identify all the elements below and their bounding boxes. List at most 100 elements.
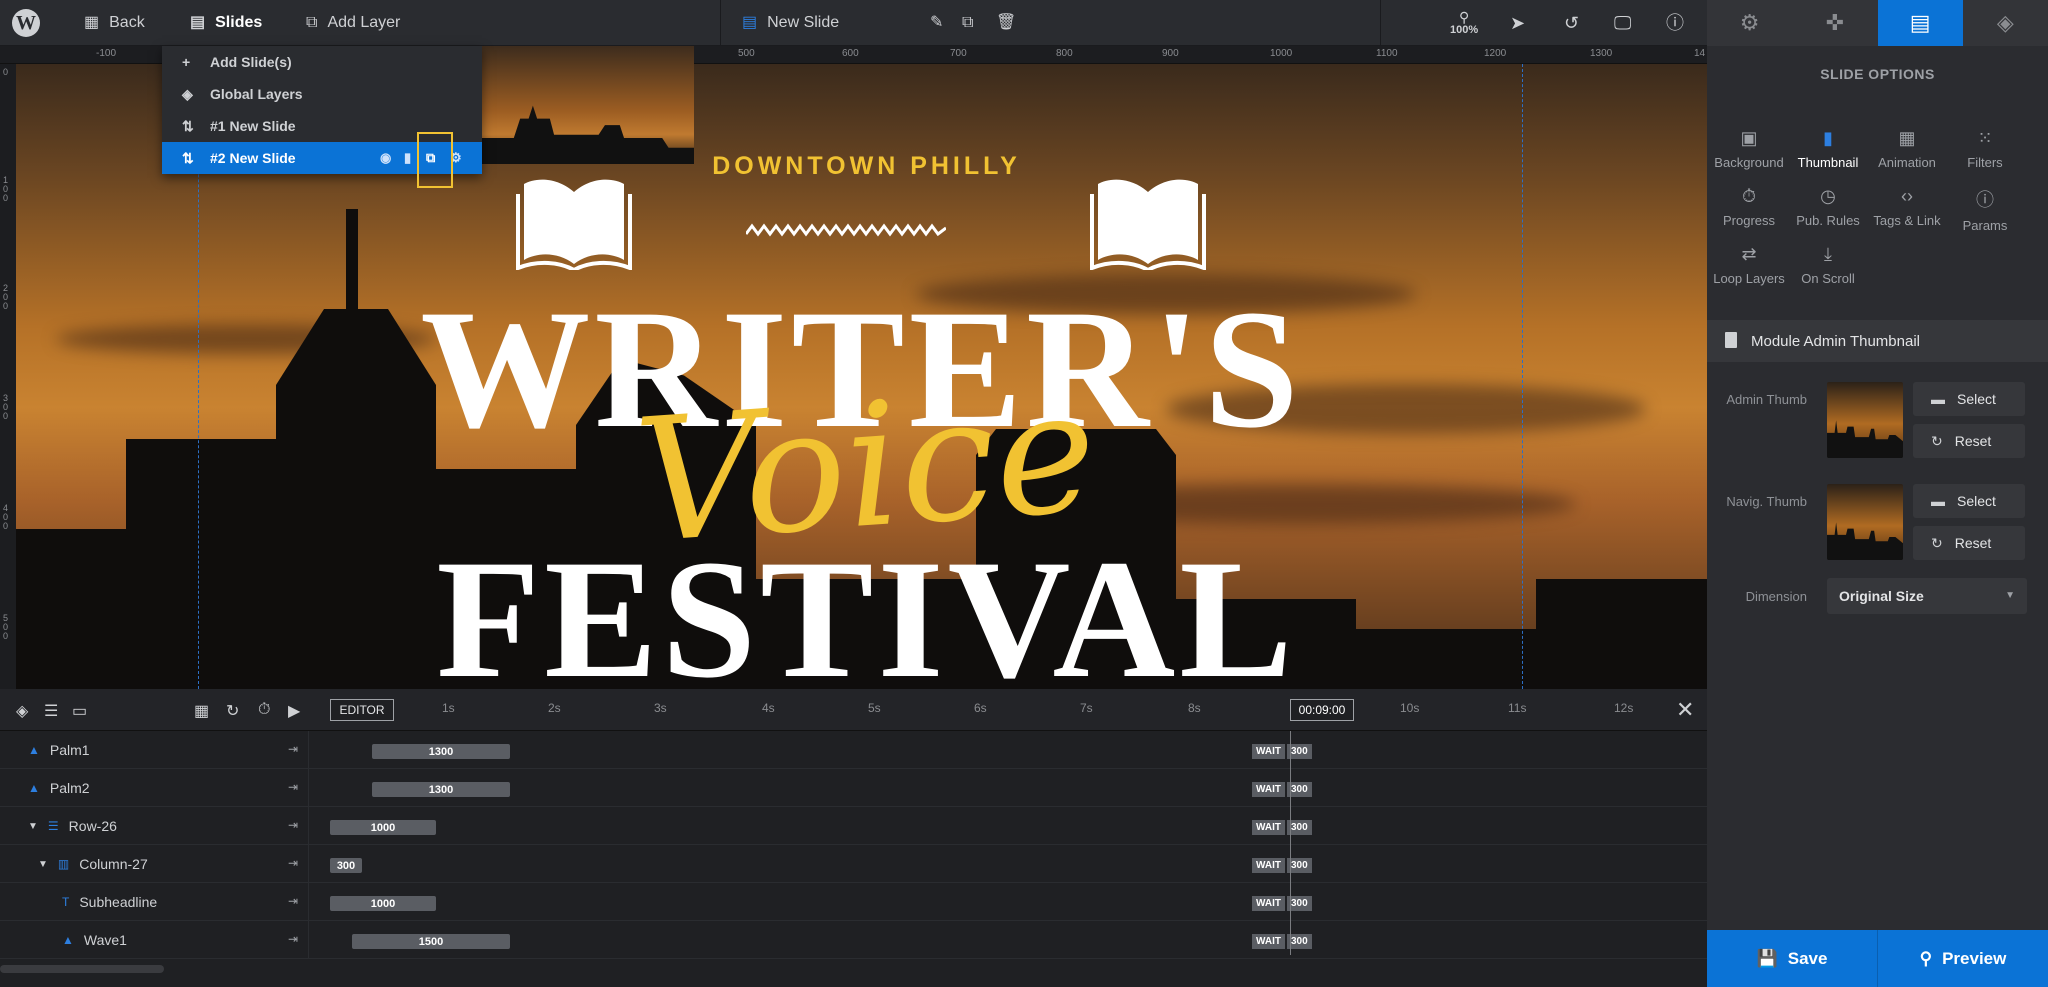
toolbar-divider [1380,0,1381,46]
monitor-icon: 🖵 [1614,13,1632,33]
option-filters[interactable]: ⁙ Filters [1945,128,2025,170]
open-book-icon[interactable] [1090,174,1206,270]
wordpress-logo[interactable]: W [12,0,42,46]
module-admin-thumbnail-header: Module Admin Thumbnail [1707,320,2048,362]
delete-slide-button[interactable]: 🗑 [996,0,1016,46]
option-label: Loop Layers [1713,271,1785,286]
layer-name[interactable]: ▼ ☰ Row-26 [28,807,117,845]
slide-title[interactable]: ▤ New Slide [742,0,839,46]
option-pub-rules[interactable]: ◷ Pub. Rules [1788,186,1868,228]
desktop-view-button[interactable]: 🖵 [1614,0,1631,46]
zoom-control[interactable]: ⚲ 100% [1450,0,1478,46]
wait-marker[interactable]: WAIT 300 [1252,782,1312,797]
table-row[interactable]: ▼ ☰ Row-26 ⇥ 1000 WAIT 300 [0,807,1707,845]
option-thumbnail[interactable]: ▮ Thumbnail [1788,128,1868,170]
open-book-icon[interactable] [516,174,632,270]
pin-icon[interactable]: ⇥ [288,780,298,794]
stopwatch-icon[interactable]: ⏱ [258,701,270,719]
pin-icon[interactable]: ⇥ [288,932,298,946]
editor-badge[interactable]: EDITOR [330,699,394,721]
caret-down-icon[interactable]: ▼ [38,859,48,870]
undo-button[interactable]: ↺ [1564,0,1579,46]
select-tool-button[interactable]: ➤ [1510,0,1525,46]
table-row[interactable]: T Subheadline ⇥ 1000 WAIT 300 [0,883,1707,921]
pin-icon[interactable]: ⇥ [288,818,298,832]
add-layer-button[interactable]: ⧉ Add Layer [306,0,400,46]
tab-slide-options[interactable]: ▤ [1877,0,1963,46]
timeline-second: 7s [1080,701,1093,715]
slides-button[interactable]: ▤ Slides [190,0,262,46]
back-button[interactable]: ▦ Back [84,0,145,46]
tab-module-settings[interactable]: ⚙ [1707,0,1792,46]
table-row[interactable]: ▼ ▥ Column-27 ⇥ 300 WAIT 300 [0,845,1707,883]
layer-name[interactable]: T Subheadline [62,883,157,921]
ruler-tick: 3 0 0 [3,393,9,421]
trash-icon[interactable]: ▮ [404,150,411,166]
folder-icon[interactable]: ▭ [72,701,87,721]
pin-icon[interactable]: ⇥ [288,894,298,908]
layer-name[interactable]: ▲ Palm1 [28,731,90,769]
pin-icon[interactable]: ⇥ [288,856,298,870]
wait-marker[interactable]: WAIT 300 [1252,858,1312,873]
table-row[interactable]: ▲ Palm2 ⇥ 1300 WAIT 300 [0,769,1707,807]
navig-thumb-select-button[interactable]: ▬ Select [1913,484,2025,518]
layer-duration-bar[interactable]: 1300 [372,744,510,759]
option-on-scroll[interactable]: ⤓ On Scroll [1788,244,1868,286]
option-animation[interactable]: ▦ Animation [1867,128,1947,170]
table-row[interactable]: ▲ Palm1 ⇥ 1300 WAIT 300 [0,731,1707,769]
caret-down-icon[interactable]: ▼ [28,821,38,832]
navig-thumb-image [1827,484,1903,560]
option-params[interactable]: ⓘ Params [1945,186,2025,233]
play-icon[interactable]: ▶ [288,701,300,721]
global-layers-item[interactable]: ◈ Global Layers [162,78,482,110]
help-button[interactable]: ⓘ [1666,0,1684,46]
layers-icon[interactable]: ◈ [16,701,28,721]
layer-label: Subheadline [79,894,158,910]
dimension-select[interactable]: Original Size ▼ [1827,578,2027,614]
list-icon[interactable]: ☰ [44,701,58,721]
layer-duration-bar[interactable]: 1000 [330,896,436,911]
tab-navigation[interactable]: ✜ [1792,0,1877,46]
add-layer-icon: ⧉ [306,14,318,31]
bookmark-icon [1725,332,1737,348]
layer-duration-bar[interactable]: 300 [330,858,362,873]
navig-thumb-reset-button[interactable]: ↻ Reset [1913,526,2025,560]
wait-marker[interactable]: WAIT 300 [1252,934,1312,949]
duplicate-slide-button[interactable]: ⧉ [962,0,973,46]
save-button[interactable]: 💾 Save [1707,930,1877,987]
option-tags-link[interactable]: ‹› Tags & Link [1867,186,1947,228]
option-loop-layers[interactable]: ⇄ Loop Layers [1709,244,1789,286]
layer-name[interactable]: ▼ ▥ Column-27 [38,845,148,883]
add-slides-item[interactable]: + Add Slide(s) [162,46,482,78]
close-timeline-icon[interactable]: ✕ [1676,697,1694,723]
loop-icon[interactable]: ↻ [226,701,239,721]
option-background[interactable]: ▣ Background [1709,128,1789,170]
horizontal-scrollbar[interactable] [0,965,164,973]
admin-thumb-reset-button[interactable]: ↻ Reset [1913,424,2025,458]
layer-duration-bar[interactable]: 1300 [372,782,510,797]
layer-name[interactable]: ▲ Palm2 [28,769,90,807]
preview-button[interactable]: ⚲ Preview [1877,930,2048,987]
table-row[interactable]: ▲ Wave1 ⇥ 1500 WAIT 300 [0,921,1707,959]
tab-layer-options[interactable]: ◈ [1963,0,2048,46]
gamepad-icon: ✜ [1825,10,1845,35]
wait-marker[interactable]: WAIT 300 [1252,744,1312,759]
wait-marker[interactable]: WAIT 300 [1252,896,1312,911]
current-time-display[interactable]: 00:09:00 [1290,699,1354,721]
layer-duration-bar[interactable]: 1000 [330,820,436,835]
grid-select-icon[interactable]: ▦ [194,701,209,721]
row-divider [308,807,309,845]
slides-icon: ▤ [1909,10,1931,35]
visibility-icon[interactable]: ◉ [380,150,391,166]
option-progress[interactable]: ⏱ Progress [1709,186,1789,228]
wave-divider[interactable] [746,216,946,242]
pin-icon[interactable]: ⇥ [288,742,298,756]
timeline-playhead[interactable] [1290,731,1291,955]
layer-duration-bar[interactable]: 1500 [352,934,510,949]
wait-marker[interactable]: WAIT 300 [1252,820,1312,835]
image-icon: ▣ [1740,128,1758,148]
layer-name[interactable]: ▲ Wave1 [62,921,127,959]
headline-voice-script[interactable]: Voice [611,352,1122,582]
edit-slide-button[interactable]: ✎ [930,0,943,46]
admin-thumb-select-button[interactable]: ▬ Select [1913,382,2025,416]
